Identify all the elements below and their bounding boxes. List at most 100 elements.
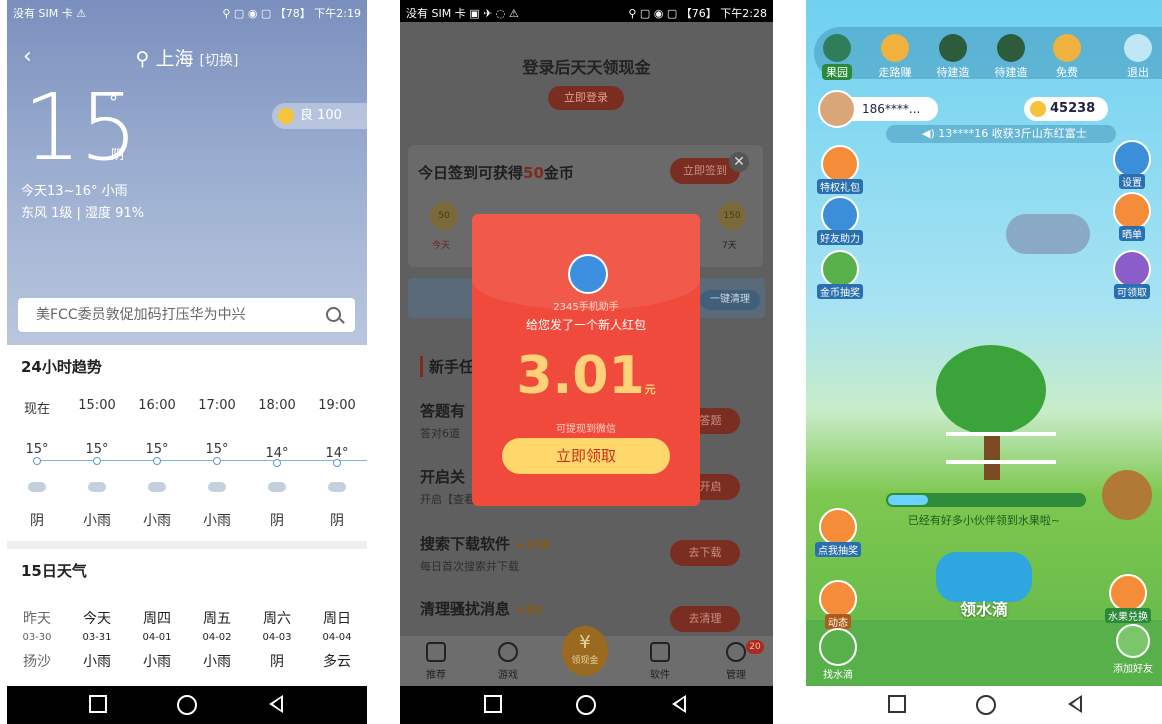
friend-icon [821,196,859,234]
tab-software[interactable]: 软件 [640,642,680,681]
day-date: 04-03 [262,632,292,643]
gift-box-icon [1113,250,1151,288]
gear-icon [1113,140,1151,178]
recents-button[interactable] [888,695,906,713]
lottery-icon [821,250,859,288]
day-date: 04-01 [142,632,172,643]
task-coin-badge: +150 [515,538,551,552]
hour-weather: 阴 [270,513,284,529]
day-date: 04-02 [202,632,232,643]
hour-time: 16:00 [138,398,176,413]
rain-cloud-icon [148,482,166,492]
city-name: 上海 [155,48,194,70]
task-button[interactable]: 去清理 [670,606,740,632]
login-button[interactable]: 立即登录 [548,86,624,110]
aqi-badge[interactable]: 良 100 [272,103,367,129]
daily-item[interactable]: 昨天 03-30 扬沙 [7,608,67,671]
software-icon [650,642,670,662]
claimable-button[interactable]: 可领取 [1104,250,1160,299]
status-right: ⚲ ▢ ◉ ▢ 【78】 下午2:19 [222,7,361,20]
search-icon[interactable] [326,307,341,322]
tab-label: 推荐 [426,670,446,681]
task-title: 清理骚扰消息 +20 [420,598,542,619]
aqi-value: 良 100 [300,108,342,123]
watering-can-icon[interactable] [936,552,1032,602]
coin-lottery-button[interactable]: 金币抽奖 [812,250,868,299]
back-nav-button[interactable] [1068,695,1082,713]
close-icon[interactable]: ✕ [729,152,749,172]
hour-weather: 小雨 [143,513,171,529]
add-friend-label: 添加好友 [1113,664,1153,675]
day-date: 04-04 [322,632,352,643]
free-button[interactable]: 免费 [1042,34,1092,80]
coin-balance[interactable]: 45238 [1024,97,1108,121]
back-nav-button[interactable] [672,695,686,713]
news-search-bar[interactable]: 美FCC委员敦促加码打压华为中兴 [18,298,355,332]
tab-cash[interactable]: ¥ 领现金 [562,626,608,676]
settings-button[interactable]: 设置 [1104,140,1160,189]
home-button[interactable] [177,695,197,715]
fruit-tree[interactable] [936,345,1046,435]
progress-fill [888,495,928,505]
wind-humidity: 东风 1级 | 湿度 91% [21,206,145,221]
daily-item[interactable]: 今天 03-31 小雨 [67,608,127,671]
mail-icon [819,580,857,618]
status-right: ⚲ ▢ ◉ ▢ 【76】 下午2:28 [628,7,767,20]
day-label: 周日 [323,611,351,627]
current-condition: 阴 [111,148,125,163]
rain-cloud-icon [1006,214,1090,254]
privilege-gift-button[interactable]: 特权礼包 [812,145,868,194]
hour-weather: 阴 [30,513,44,529]
games-icon [498,642,518,662]
add-friend-button[interactable]: 添加好友 [1106,624,1160,675]
task-button[interactable]: 去下载 [670,540,740,566]
walk-earn-button[interactable]: 走路赚 [870,34,920,80]
orchard-game-screen: 果园 走路赚 待建造 待建造 免费 退出 186****... 45238 ◀)… [806,0,1162,724]
switch-city-link[interactable]: [切换] [200,53,239,69]
daily-item[interactable]: 周五 04-02 小雨 [187,608,247,671]
packet-amount: 3.01元 [472,346,700,406]
lock-icon [939,34,967,62]
home-button[interactable] [576,695,596,715]
hour-temp: 15° [85,442,109,457]
fruit-exchange-button[interactable]: 水果兑换 [1096,574,1160,623]
home-button[interactable] [976,695,996,715]
tab-games[interactable]: 游戏 [488,642,528,681]
day-label: 周五 [203,611,231,627]
daily-item[interactable]: 周六 04-03 阴 [247,608,307,671]
friend-help-button[interactable]: 好友助力 [812,196,868,245]
recents-button[interactable] [89,695,107,713]
recents-button[interactable] [484,695,502,713]
dynamic-button[interactable]: 动态 [810,580,866,629]
manage-icon [726,642,746,662]
add-friend-icon [1116,624,1150,658]
share-order-button[interactable]: 晒单 [1104,192,1160,241]
back-nav-button[interactable] [269,695,283,713]
growth-progress-bar [886,493,1086,507]
daily-title: 15日天气 [21,562,87,580]
locked-slot-2[interactable]: 待建造 [986,34,1036,80]
app-logo-icon [568,254,608,294]
daily-item[interactable]: 周四 04-01 小雨 [127,608,187,671]
trend-dot [153,457,161,465]
avatar[interactable] [818,90,856,128]
section-divider [7,541,367,549]
locked-slot-1[interactable]: 待建造 [928,34,978,80]
orchard-button[interactable]: 果园 [812,34,862,80]
hour-weather: 小雨 [83,513,111,529]
tab-recommend[interactable]: 推荐 [416,642,456,681]
daily-item[interactable]: 周日 04-04 多云 [307,608,367,671]
exit-button[interactable]: 退出 [1116,34,1160,80]
task-row: 答题有 答对6道 [420,400,465,441]
city-selector[interactable]: ⚲ 上海 [切换] [7,44,367,71]
exit-icon [1124,34,1152,62]
shop-icon [1109,574,1147,612]
clean-button[interactable]: 一键清理 [700,290,760,310]
gift-icon [821,145,859,183]
yuan-icon: ¥ [579,632,591,653]
hour-weather: 小雨 [203,513,231,529]
aqi-leaf-icon [278,108,294,124]
find-water-button[interactable]: 找水滴 [810,628,866,681]
lottery-button[interactable]: 点我抽奖 [810,508,866,557]
claim-button[interactable]: 立即领取 [502,438,670,474]
